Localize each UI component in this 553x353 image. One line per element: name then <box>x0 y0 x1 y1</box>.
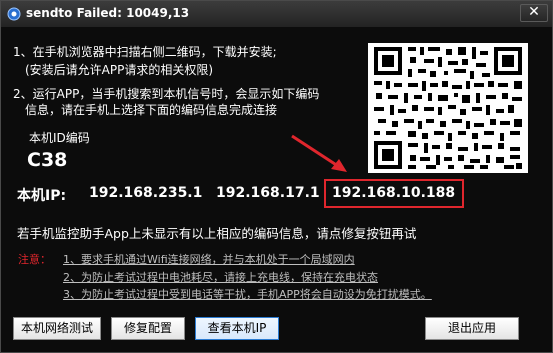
view-ip-button[interactable]: 查看本机IP <box>195 317 279 340</box>
note-item-3: 3、为防止考试过程中受到电话等干扰，手机APP将会自动设为免打扰模式。 <box>63 288 432 301</box>
hint-text: 若手机监控助手App上未显示有以上相应的编码信息，请点修复按钮再试 <box>17 226 417 241</box>
network-test-button[interactable]: 本机网络测试 <box>13 317 101 340</box>
note-label: 注意： <box>18 253 51 266</box>
sendto-dialog: sendto Failed: 10049,13 ✕ 1、在手机浏览器中扫描右侧二… <box>0 0 553 353</box>
note-item-1: 1、要求手机通过Wifi连接网络，并与本机处于一个局域网内 <box>63 253 355 266</box>
repair-config-button[interactable]: 修复配置 <box>111 317 185 340</box>
note-item-2: 2、为防止考试过程中电池耗尽，请接上充电线，保持在充电状态 <box>63 271 378 284</box>
exit-app-button[interactable]: 退出应用 <box>425 317 519 340</box>
